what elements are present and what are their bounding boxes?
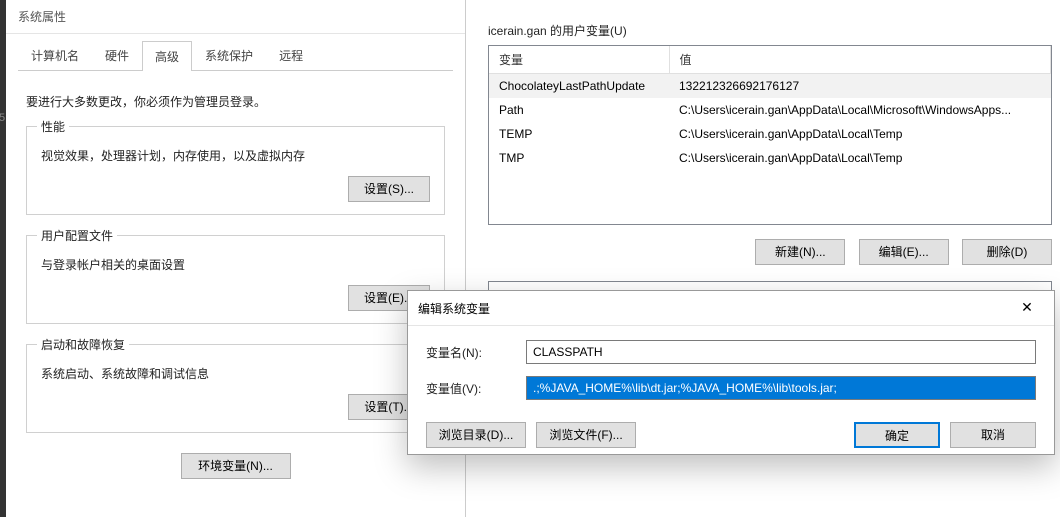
ok-button[interactable]: 确定 <box>854 422 940 448</box>
col-variable[interactable]: 变量 <box>489 46 669 74</box>
tab-advanced[interactable]: 高级 <box>142 41 192 71</box>
group-performance-desc: 视觉效果，处理器计划，内存使用，以及虚拟内存 <box>41 147 430 164</box>
tabs-bar: 计算机名 硬件 高级 系统保护 远程 <box>18 40 453 71</box>
tab-advanced-body: 要进行大多数更改，你必须作为管理员登录。 性能 视觉效果，处理器计划，内存使用，… <box>6 71 465 479</box>
var-name-input[interactable] <box>526 340 1036 364</box>
edit-system-variable-dialog: 编辑系统变量 ✕ 变量名(N): 变量值(V): 浏览目录(D)... 浏览文件… <box>407 290 1055 455</box>
environment-variables-button[interactable]: 环境变量(N)... <box>181 453 291 479</box>
tab-system-protection[interactable]: 系统保护 <box>192 40 266 70</box>
user-vars-table-container[interactable]: 变量 值 ChocolateyLastPathUpdate13221232669… <box>488 45 1052 225</box>
tab-hardware[interactable]: 硬件 <box>92 40 142 70</box>
close-icon[interactable]: ✕ <box>1010 298 1044 318</box>
var-value-input[interactable] <box>526 376 1036 400</box>
performance-settings-button[interactable]: 设置(S)... <box>348 176 430 202</box>
edit-dialog-buttons: 浏览目录(D)... 浏览文件(F)... 确定 取消 <box>408 422 1054 448</box>
edit-dialog-body: 变量名(N): 变量值(V): <box>408 326 1054 422</box>
group-startup-recovery-desc: 系统启动、系统故障和调试信息 <box>41 365 430 382</box>
system-properties-title: 系统属性 <box>6 0 465 34</box>
cell-val: C:\Users\icerain.gan\AppData\Local\Temp <box>669 122 1051 146</box>
browse-file-button[interactable]: 浏览文件(F)... <box>536 422 636 448</box>
group-performance-legend: 性能 <box>37 118 69 135</box>
admin-note: 要进行大多数更改，你必须作为管理员登录。 <box>26 93 445 110</box>
group-startup-recovery: 启动和故障恢复 系统启动、系统故障和调试信息 设置(T)... <box>26 344 445 433</box>
cell-val: 132212326692176127 <box>669 74 1051 99</box>
table-row[interactable]: PathC:\Users\icerain.gan\AppData\Local\M… <box>489 98 1051 122</box>
group-user-profiles-desc: 与登录帐户相关的桌面设置 <box>41 256 430 273</box>
cell-val: C:\Users\icerain.gan\AppData\Local\Temp <box>669 146 1051 170</box>
var-value-label: 变量值(V): <box>426 380 526 397</box>
edit-dialog-titlebar[interactable]: 编辑系统变量 ✕ <box>408 291 1054 326</box>
cell-var: TEMP <box>489 122 669 146</box>
col-value[interactable]: 值 <box>669 46 1051 74</box>
cell-var: Path <box>489 98 669 122</box>
group-user-profiles: 用户配置文件 与登录帐户相关的桌面设置 设置(E)... <box>26 235 445 324</box>
var-name-label: 变量名(N): <box>426 344 526 361</box>
group-performance: 性能 视觉效果，处理器计划，内存使用，以及虚拟内存 设置(S)... <box>26 126 445 215</box>
tab-remote[interactable]: 远程 <box>266 40 316 70</box>
group-user-profiles-legend: 用户配置文件 <box>37 227 117 244</box>
tab-computer-name[interactable]: 计算机名 <box>18 40 92 70</box>
delete-button[interactable]: 删除(D) <box>962 239 1052 265</box>
browse-dir-button[interactable]: 浏览目录(D)... <box>426 422 526 448</box>
cell-var: TMP <box>489 146 669 170</box>
system-properties-dialog: 系统属性 计算机名 硬件 高级 系统保护 远程 要进行大多数更改，你必须作为管理… <box>6 0 466 517</box>
edit-button[interactable]: 编辑(E)... <box>859 239 949 265</box>
user-vars-label: icerain.gan 的用户变量(U) <box>488 22 1060 39</box>
user-vars-table: 变量 值 ChocolateyLastPathUpdate13221232669… <box>489 46 1051 170</box>
table-row[interactable]: TMPC:\Users\icerain.gan\AppData\Local\Te… <box>489 146 1051 170</box>
group-startup-recovery-legend: 启动和故障恢复 <box>37 336 129 353</box>
cell-var: ChocolateyLastPathUpdate <box>489 74 669 99</box>
user-vars-buttons: 新建(N)... 编辑(E)... 删除(D) <box>480 239 1052 265</box>
strip-number: 5 <box>0 112 5 124</box>
new-button[interactable]: 新建(N)... <box>755 239 845 265</box>
cell-val: C:\Users\icerain.gan\AppData\Local\Micro… <box>669 98 1051 122</box>
edit-dialog-title: 编辑系统变量 <box>418 300 490 317</box>
envvar-button-row: 环境变量(N)... <box>26 453 445 479</box>
table-row[interactable]: TEMPC:\Users\icerain.gan\AppData\Local\T… <box>489 122 1051 146</box>
table-row[interactable]: ChocolateyLastPathUpdate1322123266921761… <box>489 74 1051 99</box>
cancel-button[interactable]: 取消 <box>950 422 1036 448</box>
